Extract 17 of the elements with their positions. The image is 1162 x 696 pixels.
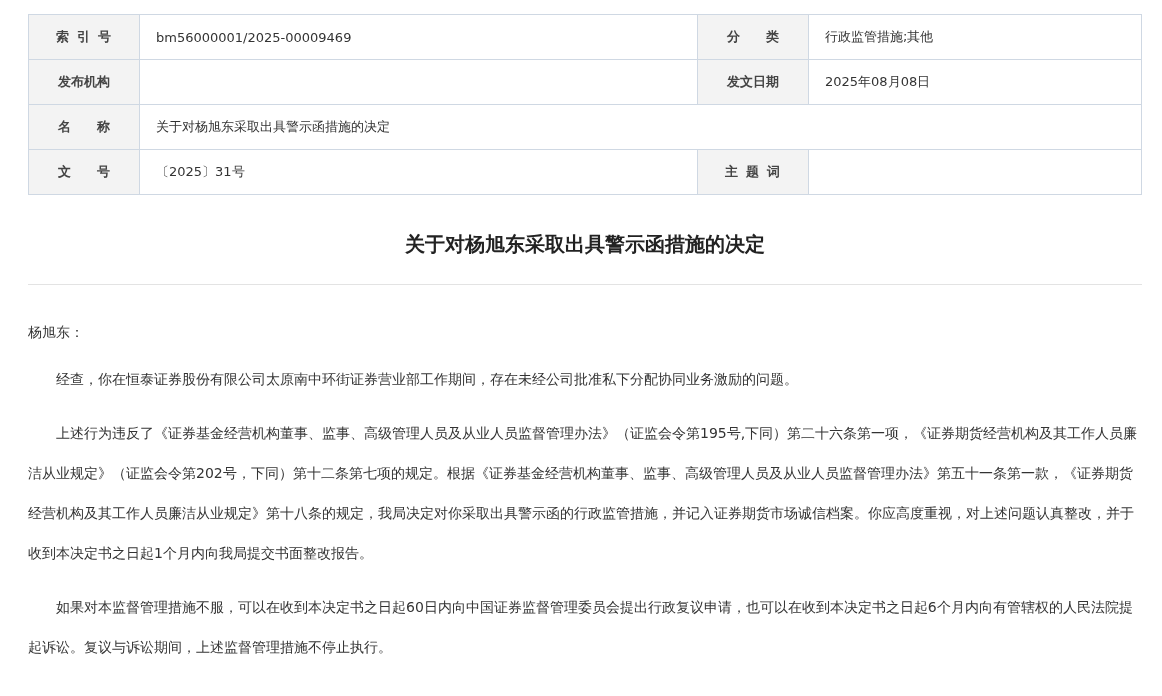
salutation: 杨旭东： bbox=[28, 323, 85, 342]
paragraph: 如果对本监督管理措施不服，可以在收到本决定书之日起60日内向中国证券监督管理委员会提出行政复议申请，也可以在收到本决定书之日起6个月内向有管辖权的人民法院提起诉讼。复议与诉讼期间，上述监督管理措施不停止执行。 bbox=[28, 598, 1134, 657]
field-label: 分类 bbox=[697, 14, 809, 60]
field-label: 文号 bbox=[28, 149, 140, 195]
paragraph: 上述行为违反了《证券基金经营机构董事、监事、高级管理人员及从业人员监督管理办法》（证监会令第195号,下同）第二十六条第一项，《证券期货经营机构及其工作人员廉洁从业规定》（证监会令第202号，下同）第十二条第七项的规定。根据《证券基金经营机构董事、监事、高级管理人员及从业人员监督管理办法》第五十一条第一款，《证券期货经营机构及其工作人员廉洁从业规定》第十八条的规定，我局决定对你采取出具警示函的行政监管措施，并记入证券期货市场诚信档案。你应高度重视，对上述问题认真整改，并于收到本决定书之日起1个月内向我局提交书面整改报告。 bbox=[28, 424, 1139, 563]
document-title: 关于对杨旭东采取出具警示函措施的决定 bbox=[28, 195, 1142, 285]
field-label: 发文日期 bbox=[697, 59, 809, 105]
field-value: 关于对杨旭东采取出具警示函措施的决定 bbox=[139, 104, 1142, 150]
field-label: 名称 bbox=[28, 104, 140, 150]
field-label: 主题词 bbox=[697, 149, 809, 195]
field-value: 〔2025〕31号 bbox=[139, 149, 698, 195]
field-value: 2025年08月08日 bbox=[808, 59, 1142, 105]
field-label: 索引号 bbox=[28, 14, 140, 60]
field-value: bm56000001/2025-00009469 bbox=[139, 14, 698, 60]
field-value: 行政监管措施;其他 bbox=[808, 14, 1142, 60]
field-label: 发布机构 bbox=[28, 59, 140, 105]
paragraph: 经查，你在恒泰证券股份有限公司太原南中环街证券营业部工作期间，存在未经公司批准私下分配协同业务激励的问题。 bbox=[55, 370, 799, 389]
